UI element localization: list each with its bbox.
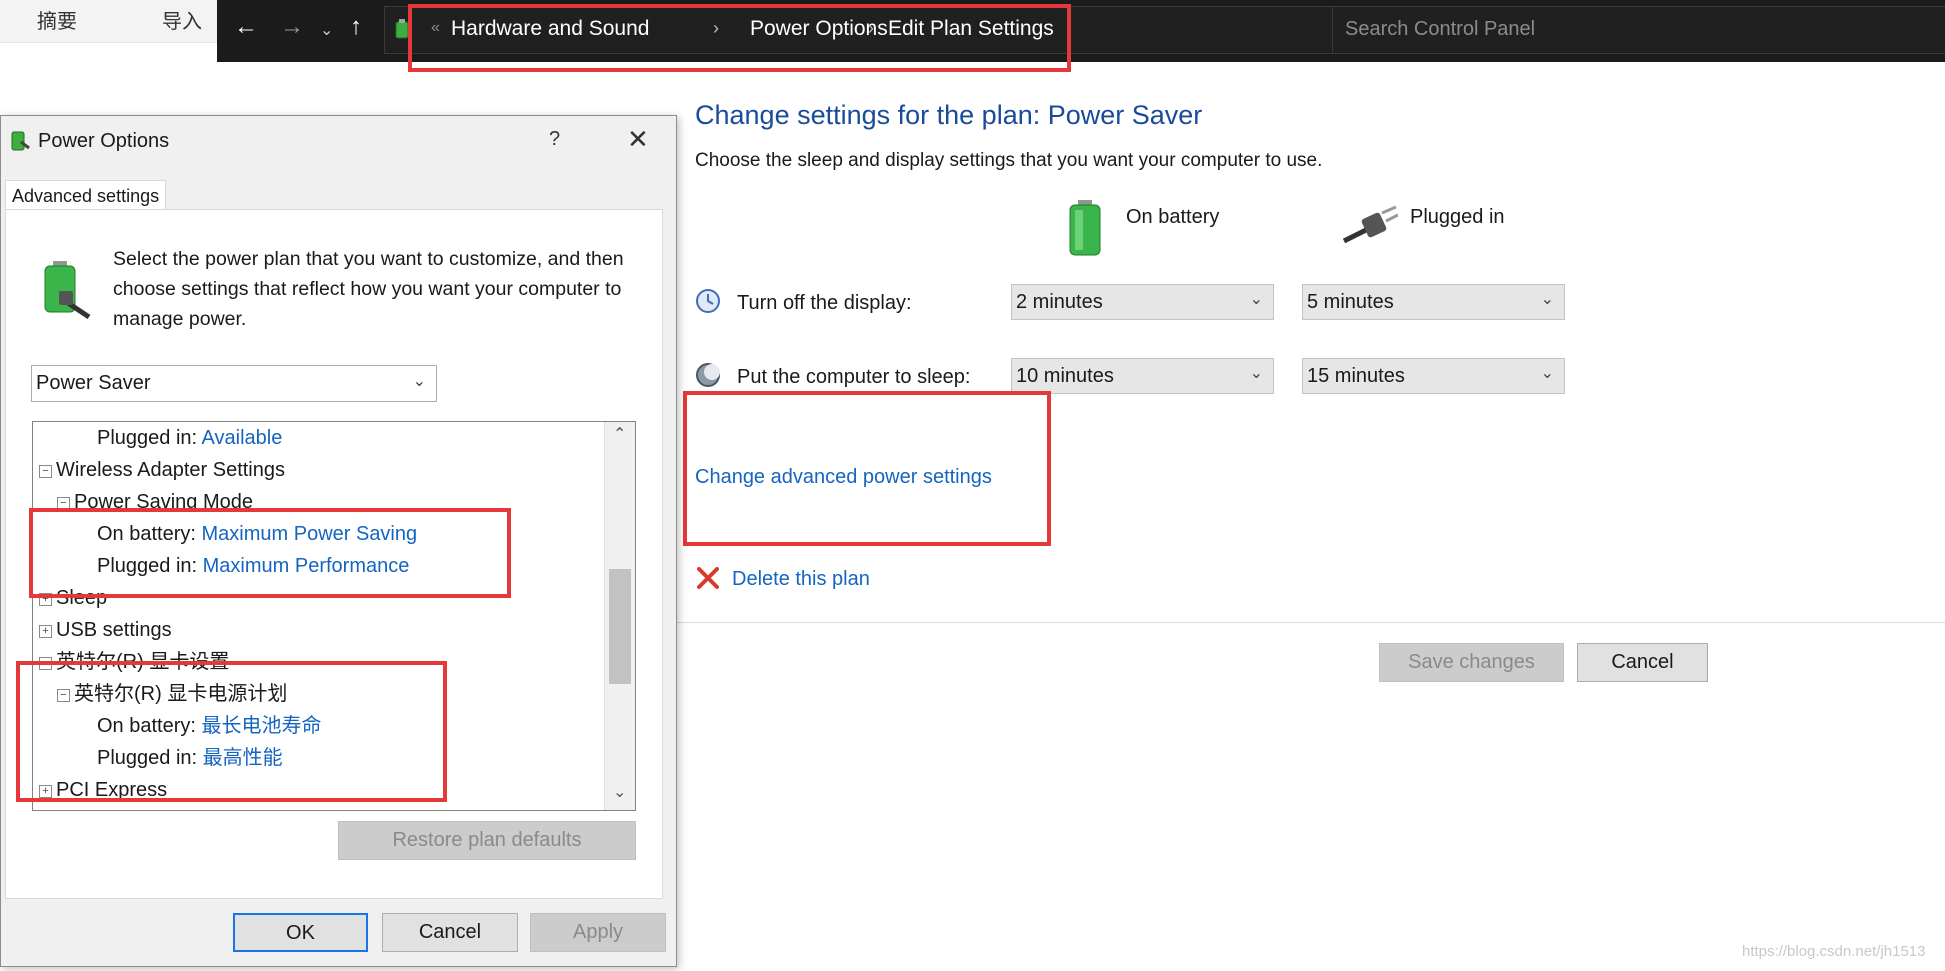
up-arrow-icon[interactable]: ↑ (350, 12, 362, 42)
delete-x-icon (697, 567, 719, 589)
display-plugged-in-value: 5 minutes (1307, 291, 1394, 313)
delete-this-plan-link[interactable]: Delete this plan (732, 568, 870, 591)
dialog-cancel-button[interactable]: Cancel (382, 913, 518, 952)
search-input[interactable]: Search Control Panel (1332, 6, 1945, 54)
tree-item-value[interactable]: Available (202, 427, 283, 449)
save-changes-button[interactable]: Save changes (1379, 643, 1564, 682)
scroll-up-icon[interactable]: ⌃ (613, 424, 626, 444)
plan-select-value: Power Saver (36, 372, 151, 394)
tree-item-wireless-adapter[interactable]: − Wireless Adapter Settings (39, 456, 285, 484)
tree-item-label: Wireless Adapter Settings (56, 459, 285, 481)
dialog-title: Power Options (38, 130, 170, 152)
page-description: Choose the sleep and display settings th… (695, 150, 1323, 171)
tab-advanced-settings[interactable]: Advanced settings (5, 180, 167, 211)
sleep-moon-icon (696, 363, 720, 387)
help-icon[interactable]: ? (549, 128, 560, 151)
restore-plan-defaults-button[interactable]: Restore plan defaults (338, 821, 636, 860)
turn-off-display-label: Turn off the display: (737, 292, 912, 314)
put-to-sleep-label: Put the computer to sleep: (737, 366, 971, 388)
watermark: https://blog.csdn.net/jh1513 (1742, 943, 1926, 960)
background-tab-summary[interactable]: 摘要 (37, 5, 77, 34)
search-placeholder: Search Control Panel (1345, 18, 1536, 40)
column-header-plugged-in: Plugged in (1410, 206, 1505, 228)
scroll-down-icon[interactable]: ⌄ (613, 782, 626, 802)
tree-item-label: Plugged in: (97, 427, 198, 449)
apply-button[interactable]: Apply (530, 913, 666, 952)
display-plugged-in-select[interactable]: 5 minutes ⌄ (1302, 284, 1565, 320)
highlight-wireless-settings (29, 508, 511, 598)
chevron-down-icon: ⌄ (1540, 365, 1554, 382)
divider (677, 622, 1945, 623)
highlight-advanced-link (683, 391, 1051, 546)
highlight-breadcrumb (408, 4, 1071, 72)
tree-item-setting[interactable]: Plugged in: Available (97, 424, 282, 452)
dialog-intro-text: Select the power plan that you want to c… (113, 248, 624, 330)
background-tabs: 摘要 导入 (0, 0, 217, 43)
display-clock-icon (696, 289, 720, 313)
forward-arrow-icon[interactable]: → (280, 12, 304, 42)
collapse-icon[interactable]: − (39, 465, 52, 478)
back-arrow-icon[interactable]: ← (234, 12, 258, 42)
sleep-plugged-in-select[interactable]: 15 minutes ⌄ (1302, 358, 1565, 394)
chevron-down-icon: ⌄ (412, 373, 426, 390)
highlight-intel-graphics-settings (16, 661, 447, 802)
chevron-down-icon: ⌄ (1249, 365, 1263, 382)
tree-scrollbar[interactable]: ⌃ ⌄ (604, 422, 635, 810)
background-tab-import[interactable]: 导入 (162, 5, 202, 34)
ok-button[interactable]: OK (233, 913, 368, 952)
recent-locations-chevron-icon[interactable]: ⌄ (320, 16, 333, 46)
cancel-button[interactable]: Cancel (1577, 643, 1708, 682)
close-icon[interactable]: ✕ (627, 124, 649, 155)
power-options-icon (11, 131, 30, 151)
chevron-down-icon: ⌄ (1540, 291, 1554, 308)
battery-plug-icon (44, 261, 91, 319)
page-title: Change settings for the plan: Power Save… (695, 100, 1203, 130)
column-header-on-battery: On battery (1126, 206, 1220, 228)
sleep-on-battery-select[interactable]: 10 minutes ⌄ (1011, 358, 1274, 394)
expand-icon[interactable]: + (39, 625, 52, 638)
chevron-down-icon: ⌄ (1249, 291, 1263, 308)
sleep-on-battery-value: 10 minutes (1016, 365, 1114, 387)
display-on-battery-select[interactable]: 2 minutes ⌄ (1011, 284, 1274, 320)
tree-item-label: USB settings (56, 619, 172, 641)
display-on-battery-value: 2 minutes (1016, 291, 1103, 313)
scrollbar-thumb[interactable] (609, 569, 631, 684)
tree-item-usb-settings[interactable]: + USB settings (39, 616, 172, 644)
power-plug-icon (1342, 205, 1398, 244)
plan-select[interactable]: Power Saver ⌄ (31, 365, 437, 402)
battery-icon (1069, 200, 1101, 256)
sleep-plugged-in-value: 15 minutes (1307, 365, 1405, 387)
